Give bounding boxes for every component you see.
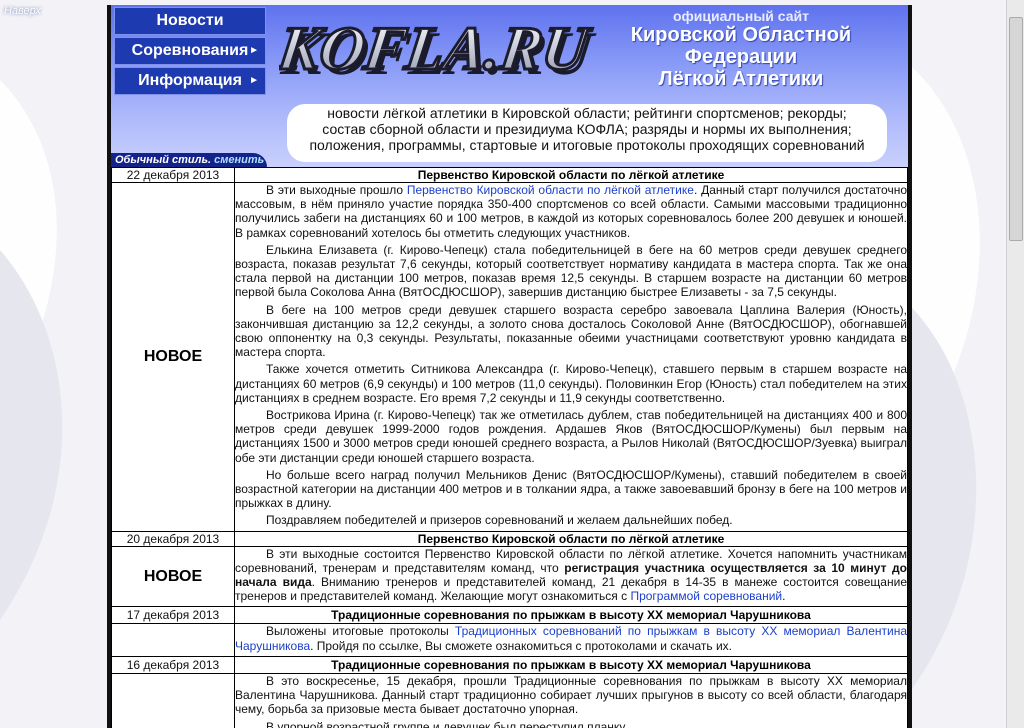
news-text: В это воскресенье, 15 декабря, прошли Тр…	[235, 673, 907, 717]
news-body-row: Выложены итоговые протоколы Традиционных…	[111, 623, 908, 657]
style-switcher: Обычный стиль. сменить	[111, 153, 267, 167]
description-line: новости лёгкой атлетики в Кировской обла…	[327, 105, 847, 121]
menu-item-news[interactable]: Новости	[114, 7, 266, 35]
news-text: Также хочется отметить Ситникова Алексан…	[235, 362, 907, 405]
news-header-row: 16 декабря 2013 Традиционные соревнования…	[111, 655, 908, 674]
news-text: Поздравляем победителей и призеров сорев…	[266, 513, 733, 528]
news-body-row: НОВОЕ В эти выходные состоится Первенство…	[111, 545, 908, 608]
new-badge	[111, 672, 235, 728]
menu-item-label: Соревнования	[131, 42, 249, 59]
chevron-right-icon: ►	[249, 75, 259, 86]
vertical-scrollbar[interactable]	[1006, 0, 1024, 728]
news-title: Традиционные соревнования по прыжкам в в…	[234, 655, 908, 674]
news-paragraph: Вострикова Ирина (г. Кирово-Чепецк) так …	[235, 408, 907, 465]
official-site-label: официальный сайт	[672, 8, 810, 24]
news-paragraph: Елькина Елизавета (г. Кирово-Чепецк) ста…	[235, 243, 907, 300]
news-header-row: 20 декабря 2013 Первенство Кировской обла…	[111, 530, 908, 547]
news-paragraph: В беге на 100 метров среди девушек старш…	[235, 303, 907, 360]
news-title: Традиционные соревнования по прыжкам в в…	[234, 606, 908, 625]
site-title-block: официальный сайт Кировской Областной Фед…	[591, 8, 891, 90]
news-paragraph: Поздравляем победителей и призеров сорев…	[235, 513, 907, 527]
description-line: положения, программы, стартовые и итогов…	[309, 137, 865, 153]
news-header-row: 22 декабря 2013 Первенство Кировской обла…	[111, 167, 908, 183]
site-title-line: Лёгкой Атлетики	[658, 68, 824, 90]
site-description: новости лёгкой атлетики в Кировской обла…	[287, 104, 887, 162]
news-text: . Вниманию тренеров и представителей ком…	[235, 575, 907, 604]
news-date: 20 декабря 2013	[111, 530, 235, 547]
scroll-up-arrow-icon[interactable]	[1007, 0, 1024, 16]
news-table: 22 декабря 2013 Первенство Кировской обла…	[111, 167, 908, 728]
news-date: 22 декабря 2013	[111, 167, 235, 183]
menu-item-competitions[interactable]: Соревнования ►	[114, 37, 266, 65]
new-badge	[111, 623, 235, 657]
news-text: В беге на 100 метров среди девушек старш…	[235, 302, 907, 360]
back-to-top-link[interactable]: Наверх	[0, 0, 60, 20]
news-header-row: 17 декабря 2013 Традиционные соревнования…	[111, 606, 908, 625]
style-label: Обычный стиль.	[115, 154, 212, 166]
page-container: Новости Соревнования ► Информация ► KOFL…	[107, 5, 912, 728]
news-date: 16 декабря 2013	[111, 655, 235, 674]
news-text: Вострикова Ирина (г. Кирово-Чепецк) так …	[235, 408, 907, 465]
description-line: состав сборной области и президиума КОФЛ…	[322, 121, 852, 137]
news-text: Но больше всего наград получил Мельников…	[235, 467, 907, 511]
change-style-link[interactable]: сменить	[214, 154, 264, 166]
menu-item-label: Новости	[156, 12, 224, 29]
chevron-right-icon: ►	[249, 45, 259, 56]
news-paragraph: Но больше всего наград получил Мельников…	[235, 468, 907, 511]
news-title: Первенство Кировской области по лёгкой а…	[234, 167, 908, 183]
news-text: .	[782, 589, 786, 604]
site-logo[interactable]: KOFLA.RU KOFLA.RU	[279, 5, 599, 95]
news-body: В это воскресенье, 15 декабря, прошли Тр…	[234, 672, 908, 728]
news-body: Выложены итоговые протоколы Традиционных…	[234, 623, 908, 657]
news-text: Выложены итоговые протоколы	[266, 624, 455, 639]
news-body: В эти выходные состоится Первенство Киро…	[234, 545, 908, 608]
scrollbar-thumb[interactable]	[1009, 17, 1023, 241]
news-body-row: НОВОЕ В эти выходные прошло Первенство Ки…	[111, 182, 908, 532]
news-text: В эти выходные прошло	[266, 183, 407, 197]
news-text: Елькина Елизавета (г. Кирово-Чепецк) ста…	[235, 242, 907, 300]
site-header: Новости Соревнования ► Информация ► KOFL…	[111, 5, 908, 167]
main-menu: Новости Соревнования ► Информация ►	[114, 7, 266, 97]
news-link[interactable]: Программой соревнований	[630, 589, 782, 603]
site-title-line: Федерации	[684, 46, 798, 68]
news-body: В эти выходные прошло Первенство Кировск…	[234, 182, 908, 532]
news-text: В упорной возрастной группе и девушек бы…	[266, 719, 635, 728]
news-paragraph: В эти выходные состоится Первенство Киро…	[235, 547, 907, 604]
news-paragraph: В это воскресенье, 15 декабря, прошли Тр…	[235, 674, 907, 717]
news-paragraph: Также хочется отметить Ситникова Алексан…	[235, 362, 907, 405]
news-text: . Пройдя по ссылке, Вы сможете ознакомит…	[310, 638, 732, 653]
scroll-down-arrow-icon[interactable]	[1007, 712, 1024, 728]
new-badge: НОВОЕ	[111, 182, 235, 532]
new-badge: НОВОЕ	[111, 545, 235, 608]
news-title: Первенство Кировской области по лёгкой а…	[234, 530, 908, 547]
news-date: 17 декабря 2013	[111, 606, 235, 625]
news-paragraph: В упорной возрастной группе и девушек бы…	[235, 720, 907, 728]
news-paragraph: В эти выходные прошло Первенство Кировск…	[235, 183, 907, 240]
back-to-top-label[interactable]: Наверх	[4, 5, 41, 17]
menu-item-label: Информация	[138, 72, 242, 89]
logo-text: KOFLA.RU	[279, 14, 595, 83]
news-link[interactable]: Первенство Кировской области по лёгкой а…	[407, 183, 694, 197]
site-title-line: Кировской Областной	[630, 24, 852, 46]
news-paragraph: Выложены итоговые протоколы Традиционных…	[235, 624, 907, 652]
menu-item-information[interactable]: Информация ►	[114, 67, 266, 95]
news-body-row: В это воскресенье, 15 декабря, прошли Тр…	[111, 672, 908, 728]
